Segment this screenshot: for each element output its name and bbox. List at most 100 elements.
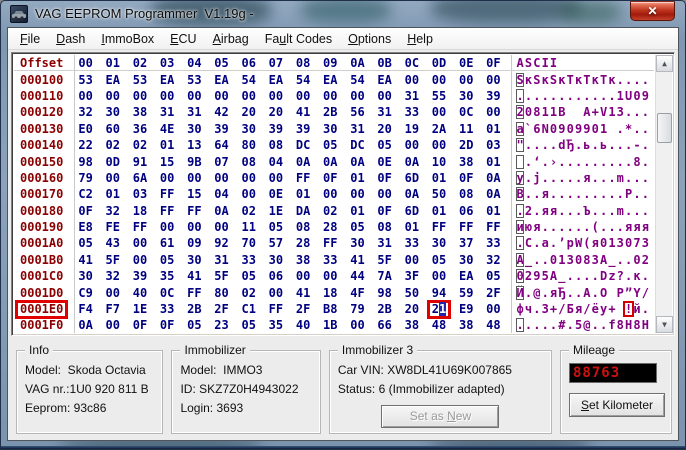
hex-byte[interactable]: 01 — [99, 187, 126, 201]
hex-byte[interactable]: 30 — [262, 253, 289, 267]
hex-byte[interactable]: 70 — [235, 236, 262, 250]
hex-byte[interactable]: 31 — [344, 122, 371, 136]
hex-byte[interactable]: 60 — [99, 122, 126, 136]
ascii-cell[interactable]: 0295A_....Dz?.к. — [508, 269, 650, 284]
hex-byte[interactable]: 00 — [208, 89, 235, 103]
hex-byte[interactable]: 20 — [262, 105, 289, 119]
menu-item-fault-codes[interactable]: Fault Codes — [257, 30, 340, 48]
hex-byte[interactable]: 98 — [371, 286, 398, 300]
hex-byte[interactable]: 15 — [154, 155, 181, 169]
hex-byte[interactable]: 33 — [154, 302, 181, 316]
hex-byte[interactable]: FF — [262, 302, 289, 316]
ascii-cell[interactable]: а`6N0909901 .*.. — [508, 121, 650, 136]
hex-byte[interactable]: 0A — [480, 171, 507, 185]
menu-item-help[interactable]: Help — [399, 30, 441, 48]
hex-byte[interactable]: 00 — [154, 89, 181, 103]
hex-byte[interactable]: 09 — [181, 236, 208, 250]
hex-byte[interactable]: 18 — [317, 286, 344, 300]
hex-byte[interactable]: 32 — [99, 204, 126, 218]
hex-byte[interactable]: 39 — [480, 89, 507, 103]
hex-byte[interactable]: 0A — [72, 318, 99, 332]
hex-byte[interactable]: 41 — [344, 253, 371, 267]
hex-byte[interactable]: EA — [371, 73, 398, 87]
hex-byte[interactable]: 01 — [425, 204, 452, 218]
hex-byte[interactable]: 0E — [262, 187, 289, 201]
hex-byte[interactable]: 2F — [290, 302, 317, 316]
hex-byte[interactable]: C2 — [72, 187, 99, 201]
hex-byte[interactable]: 2B — [181, 302, 208, 316]
hex-byte[interactable]: 0F — [72, 204, 99, 218]
hex-byte[interactable]: FF — [181, 204, 208, 218]
hex-byte[interactable]: 0A — [208, 204, 235, 218]
hex-byte[interactable]: 31 — [154, 105, 181, 119]
title-bar[interactable]: VAG EEPROM Programmer V1.19g - ✕ — [1, 1, 685, 27]
hex-byte[interactable]: 31 — [181, 105, 208, 119]
hex-byte[interactable]: 05 — [235, 318, 262, 332]
hex-byte[interactable]: 00 — [262, 286, 289, 300]
hex-byte[interactable]: 42 — [208, 105, 235, 119]
hex-byte[interactable]: 05 — [72, 236, 99, 250]
hex-byte[interactable]: 38 — [453, 155, 480, 169]
hex-byte[interactable]: 35 — [154, 269, 181, 283]
hex-byte[interactable]: 30 — [181, 253, 208, 267]
hex-byte[interactable]: 55 — [425, 89, 452, 103]
hex-byte[interactable]: 00 — [425, 138, 452, 152]
hex-byte[interactable]: 04 — [208, 187, 235, 201]
hex-byte[interactable]: 80 — [208, 286, 235, 300]
hex-byte[interactable]: 1B — [317, 318, 344, 332]
hex-byte[interactable]: 54 — [344, 73, 371, 87]
hex-byte[interactable]: 03 — [480, 138, 507, 152]
hex-byte[interactable]: 02 — [235, 286, 262, 300]
hex-byte[interactable]: 39 — [126, 269, 153, 283]
hex-byte[interactable]: EA — [453, 269, 480, 283]
hex-byte[interactable]: 00 — [480, 105, 507, 119]
hex-byte[interactable]: 6D — [398, 204, 425, 218]
hex-byte[interactable]: FF — [425, 220, 452, 234]
hex-byte[interactable]: F4 — [72, 302, 99, 316]
hex-byte[interactable]: 2D — [453, 138, 480, 152]
hex-byte[interactable]: 0E — [371, 155, 398, 169]
hex-byte[interactable]: 31 — [208, 253, 235, 267]
hex-byte[interactable]: 38 — [453, 318, 480, 332]
hex-byte[interactable]: 40 — [290, 318, 317, 332]
hex-byte[interactable]: 41 — [290, 105, 317, 119]
menu-item-ecu[interactable]: ECU — [162, 30, 204, 48]
hex-byte[interactable]: 41 — [290, 286, 317, 300]
hex-byte[interactable]: FF — [317, 236, 344, 250]
close-button[interactable]: ✕ — [630, 1, 675, 21]
hex-byte[interactable]: 00 — [317, 187, 344, 201]
hex-byte[interactable]: FF — [290, 171, 317, 185]
hex-byte[interactable]: 0A — [344, 155, 371, 169]
hex-byte[interactable]: 38 — [126, 105, 153, 119]
hex-byte[interactable]: 79 — [344, 302, 371, 316]
hex-byte[interactable]: 30 — [344, 236, 371, 250]
hex-byte[interactable]: 1E — [262, 204, 289, 218]
hex-byte[interactable]: 91 — [126, 155, 153, 169]
hex-byte[interactable]: 41 — [72, 253, 99, 267]
hex-byte[interactable]: 0F — [371, 171, 398, 185]
ascii-cell[interactable]: Й.@.яЂ..A.O P”Y/ — [508, 285, 650, 300]
hex-byte[interactable]: 11 — [235, 220, 262, 234]
hex-byte[interactable]: 30 — [72, 269, 99, 283]
hex-byte[interactable]: 94 — [425, 286, 452, 300]
hex-byte[interactable]: 00 — [126, 236, 153, 250]
menu-item-file[interactable]: File — [12, 30, 48, 48]
hex-byte[interactable]: 31 — [398, 89, 425, 103]
hex-byte[interactable]: 01 — [154, 138, 181, 152]
hex-byte[interactable]: 01 — [480, 122, 507, 136]
hex-byte[interactable]: 01 — [425, 171, 452, 185]
hex-byte[interactable]: 00 — [154, 171, 181, 185]
hex-byte[interactable]: 39 — [290, 122, 317, 136]
hex-byte[interactable]: C1 — [235, 302, 262, 316]
hex-byte[interactable]: 54 — [235, 73, 262, 87]
hex-byte[interactable]: 32 — [99, 269, 126, 283]
hex-byte[interactable]: 0A — [398, 155, 425, 169]
hex-byte[interactable]: 01 — [344, 204, 371, 218]
hex-byte[interactable]: 9B — [181, 155, 208, 169]
hex-byte[interactable]: 00 — [290, 89, 317, 103]
hex-byte[interactable]: 01 — [398, 220, 425, 234]
hex-byte[interactable]: 30 — [181, 122, 208, 136]
hex-byte[interactable]: 00 — [317, 89, 344, 103]
hex-byte[interactable]: 02 — [235, 204, 262, 218]
hex-byte[interactable]: 08 — [453, 187, 480, 201]
